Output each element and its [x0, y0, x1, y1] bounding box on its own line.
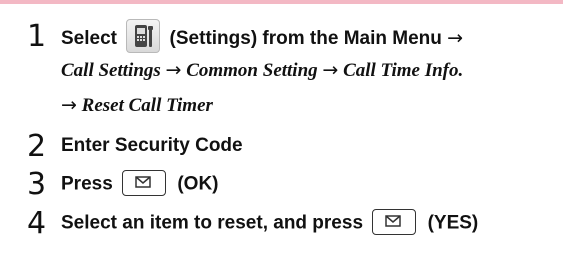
mail-key-icon — [122, 170, 167, 196]
arrow: → — [165, 59, 182, 81]
step-text-after: (Settings) from the Main Menu — [169, 28, 442, 50]
mail-key-icon — [372, 209, 417, 235]
arrow: → — [447, 27, 464, 50]
step-text: Select an item to reset, and press (YES) — [61, 209, 479, 235]
settings-phone-icon — [126, 19, 161, 53]
step-text-before: Select an item to reset, and press — [61, 212, 364, 234]
menu-path-line-1: Call Settings → Common Setting → Call Ti… — [61, 59, 463, 82]
step-text: Select (Settings) from the Main Menu → — [61, 19, 464, 53]
step-text: Enter Security Code — [61, 135, 243, 156]
step-text-before: Press — [61, 173, 113, 195]
menu-path-item: Reset Call Timer — [81, 95, 213, 116]
top-rule — [0, 0, 563, 4]
step-number: 2 — [27, 129, 47, 164]
step-number: 3 — [27, 167, 47, 202]
menu-path-item: Call Time Info. — [343, 60, 464, 81]
arrow: → — [322, 59, 339, 81]
arrow: → — [61, 94, 77, 116]
step-text-before: Select — [61, 28, 117, 50]
menu-path-line-2: → Reset Call Timer — [61, 94, 213, 117]
step-text: Press (OK) — [61, 170, 219, 196]
step-number: 4 — [27, 206, 47, 241]
menu-path-item: Call Settings — [61, 60, 161, 81]
menu-path-item: Common Setting — [186, 60, 318, 81]
step-text-after: (OK) — [177, 173, 219, 195]
step-text-after: (YES) — [427, 212, 479, 234]
step-number: 1 — [27, 19, 47, 54]
